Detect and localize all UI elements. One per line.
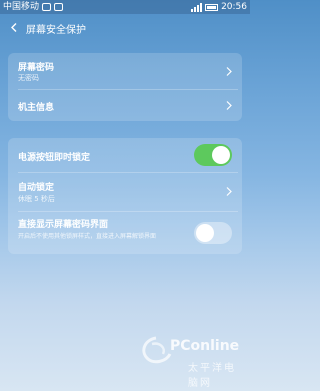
show-password-screen-label: 直接显示屏幕密码界面: [18, 220, 109, 230]
show-password-screen-description: 开启后不使用其他锁屏样式，直接进入屏幕解锁界面: [18, 233, 157, 240]
watermark-brand: PConline: [170, 338, 240, 354]
notification-icon: [42, 3, 52, 11]
back-arrow-icon[interactable]: [10, 23, 19, 32]
toggle-knob: [212, 146, 230, 164]
power-button-lock-row[interactable]: 电源按钮即时锁定: [8, 138, 242, 172]
carrier-name: 中国移动: [3, 2, 40, 12]
auto-lock-row[interactable]: 自动锁定 休眠 5 秒后: [8, 173, 242, 211]
status-right: 20:56: [191, 0, 247, 14]
chevron-right-icon: [226, 101, 232, 110]
toggle-knob: [196, 224, 214, 242]
signal-icon: [191, 2, 203, 12]
app-header: 屏幕安全保护: [0, 14, 250, 42]
screen-password-row[interactable]: 屏幕密码 无密码: [8, 53, 242, 89]
auto-lock-value: 休眠 5 秒后: [18, 195, 55, 203]
screen-password-label: 屏幕密码: [18, 63, 55, 73]
show-password-screen-toggle[interactable]: [194, 222, 232, 244]
status-left: 中国移动: [3, 0, 64, 14]
clock: 20:56: [221, 2, 247, 12]
show-password-screen-row[interactable]: 直接显示屏幕密码界面 开启后不使用其他锁屏样式，直接进入屏幕解锁界面: [8, 212, 242, 254]
pconline-watermark: PConline 太平洋电脑网: [136, 330, 244, 389]
battery-icon: [205, 3, 219, 11]
message-icon: [54, 3, 64, 11]
settings-group-1: 屏幕密码 无密码 机主信息: [8, 53, 242, 121]
status-bar: 中国移动 20:56: [0, 0, 250, 14]
page-title: 屏幕安全保护: [26, 25, 86, 36]
power-button-lock-toggle[interactable]: [194, 144, 232, 166]
auto-lock-label: 自动锁定: [18, 183, 55, 193]
chevron-right-icon: [226, 187, 232, 196]
screen-password-status: 无密码: [18, 74, 39, 82]
power-button-lock-label: 电源按钮即时锁定: [18, 153, 91, 163]
owner-info-row[interactable]: 机主信息: [8, 90, 242, 121]
chevron-right-icon: [226, 67, 232, 76]
owner-info-label: 机主信息: [18, 103, 55, 113]
watermark-chinese: 太平洋电脑网: [188, 363, 236, 389]
settings-group-2: 电源按钮即时锁定 自动锁定 休眠 5 秒后 直接显示屏幕密码界面 开启后不使用其…: [8, 138, 242, 254]
